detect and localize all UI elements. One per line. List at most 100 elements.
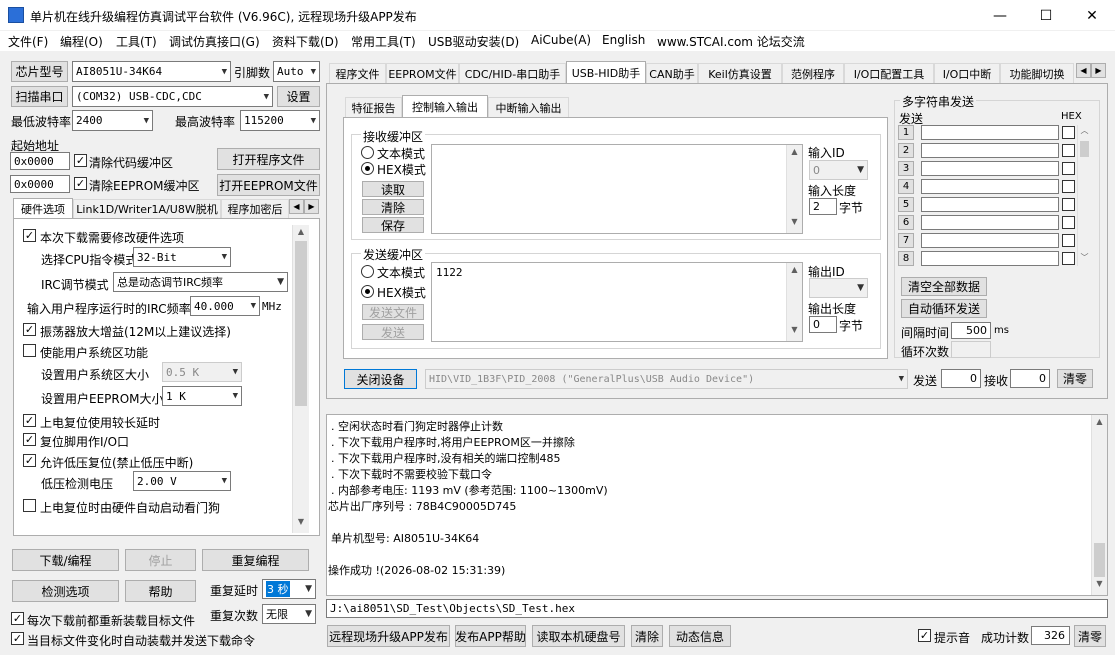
multi-row-4-button[interactable]: 4 — [898, 179, 914, 194]
modify-hw-checkbox[interactable]: ✓ — [23, 229, 36, 242]
scroll-thumb[interactable] — [1080, 141, 1089, 157]
menu-forum[interactable]: www.STCAI.com 论坛交流 — [657, 33, 805, 50]
tab-serial-assistant[interactable]: CDC/HID-串口助手 — [459, 63, 566, 83]
interval-field[interactable]: 500 — [951, 322, 991, 339]
min-baud-select[interactable]: 2400 ▼ — [72, 110, 153, 131]
multi-row-6-hex-checkbox[interactable] — [1062, 216, 1075, 229]
cpu-mode-select[interactable]: 32-Bit ▼ — [133, 247, 231, 267]
scroll-down-icon[interactable]: ﹀ — [1078, 252, 1091, 266]
menu-program[interactable]: 编程(O) — [60, 33, 103, 50]
tab-keil-settings[interactable]: Keil仿真设置 — [698, 63, 782, 83]
port-select[interactable]: (COM32) USB-CDC,CDC ▼ — [72, 86, 273, 107]
stop-button[interactable]: 停止 — [125, 549, 196, 571]
multi-row-6-button[interactable]: 6 — [898, 215, 914, 230]
max-baud-select[interactable]: 115200 ▼ — [240, 110, 320, 131]
tab-interrupt-io[interactable]: 中断输入输出 — [488, 97, 569, 117]
multi-row-1-hex-checkbox[interactable] — [1062, 126, 1075, 139]
scroll-up-icon[interactable]: ▲ — [787, 147, 802, 161]
pins-select[interactable]: Auto ▼ — [273, 61, 320, 82]
clear-code-checkbox[interactable]: ✓ — [74, 154, 87, 167]
tab-offline-writer[interactable]: Link1D/Writer1A/U8W脱机 — [73, 199, 221, 218]
eeprom-address-input[interactable]: 0x0000 — [10, 175, 70, 193]
code-address-input[interactable]: 0x0000 — [10, 152, 70, 170]
scroll-up-icon[interactable]: ▲ — [293, 227, 309, 241]
multi-row-2-hex-checkbox[interactable] — [1062, 144, 1075, 157]
multi-row-1-button[interactable]: 1 — [898, 125, 914, 140]
reset-io-checkbox[interactable]: ✓ — [23, 433, 36, 446]
tab-scroll-right-icon[interactable]: ▶ — [1091, 63, 1106, 78]
multi-row-7-input[interactable] — [921, 233, 1059, 248]
port-settings-button[interactable]: 设置 — [277, 86, 320, 107]
recv-hex-mode-radio[interactable] — [361, 162, 374, 175]
menu-download[interactable]: 资料下载(D) — [272, 33, 339, 50]
dynamic-info-button[interactable]: 动态信息 — [669, 625, 731, 647]
auto-reload-checkbox[interactable]: ✓ — [11, 632, 24, 645]
minimize-icon[interactable]: — — [977, 0, 1023, 31]
multi-row-3-hex-checkbox[interactable] — [1062, 162, 1075, 175]
multi-row-8-hex-checkbox[interactable] — [1062, 252, 1075, 265]
tab-feature-report[interactable]: 特征报告 — [345, 97, 402, 117]
scroll-up-icon[interactable]: ▲ — [1092, 417, 1107, 431]
multi-row-3-input[interactable] — [921, 161, 1059, 176]
tab-usb-hid[interactable]: USB-HID助手 — [566, 61, 646, 83]
user-system-area-checkbox[interactable] — [23, 344, 36, 357]
publish-help-button[interactable]: 发布APP帮助 — [455, 625, 526, 647]
wdt-auto-checkbox[interactable] — [23, 499, 36, 512]
multi-row-8-button[interactable]: 8 — [898, 251, 914, 266]
tab-scroll-left-icon[interactable]: ◀ — [1076, 63, 1091, 78]
scan-port-button[interactable]: 扫描串口 — [11, 86, 68, 107]
input-id-select[interactable]: 0 ▼ — [809, 160, 868, 180]
multi-row-4-hex-checkbox[interactable] — [1062, 180, 1075, 193]
system-area-size-select[interactable]: 0.5 K ▼ — [162, 362, 242, 382]
multi-row-4-input[interactable] — [921, 179, 1059, 194]
multi-row-3-button[interactable]: 3 — [898, 161, 914, 176]
help-button[interactable]: 帮助 — [125, 580, 196, 602]
maximize-icon[interactable]: ☐ — [1023, 0, 1069, 31]
open-program-file-button[interactable]: 打开程序文件 — [217, 148, 320, 170]
tab-io-interrupt[interactable]: I/O口中断 — [934, 63, 1000, 83]
recv-clear-button[interactable]: 清除 — [362, 199, 424, 215]
send-text-mode-radio[interactable] — [361, 265, 374, 278]
receive-scrollbar[interactable]: ▲ ▼ — [786, 145, 802, 233]
log-scrollbar[interactable]: ▲ ▼ — [1091, 415, 1107, 595]
send-file-button[interactable]: 发送文件 — [362, 304, 424, 320]
multi-row-7-button[interactable]: 7 — [898, 233, 914, 248]
recv-text-mode-radio[interactable] — [361, 146, 374, 159]
close-device-button[interactable]: 关闭设备 — [344, 369, 417, 389]
scroll-thumb[interactable] — [1094, 543, 1105, 577]
eeprom-size-select[interactable]: 1 K ▼ — [162, 386, 242, 406]
menu-tools[interactable]: 工具(T) — [116, 33, 157, 50]
open-eeprom-file-button[interactable]: 打开EEPROM文件 — [217, 174, 320, 196]
chip-model-button[interactable]: 芯片型号 — [11, 61, 68, 82]
menu-aicube[interactable]: AiCube(A) — [531, 33, 591, 47]
receive-textarea[interactable]: ▲ ▼ — [431, 144, 803, 234]
clear-eeprom-checkbox[interactable]: ✓ — [74, 177, 87, 190]
multi-row-8-input[interactable] — [921, 251, 1059, 266]
low-voltage-reset-checkbox[interactable]: ✓ — [23, 454, 36, 467]
scroll-up-icon[interactable]: ▲ — [787, 265, 802, 279]
multi-row-5-input[interactable] — [921, 197, 1059, 212]
menu-usb-driver[interactable]: USB驱动安装(D) — [428, 33, 519, 50]
tab-io-config[interactable]: I/O口配置工具 — [844, 63, 934, 83]
repeat-delay-select[interactable]: 3 秒 ▼ — [262, 579, 316, 599]
reload-before-checkbox[interactable]: ✓ — [11, 612, 24, 625]
menu-file[interactable]: 文件(F) — [8, 33, 48, 50]
tab-scroll-left-icon[interactable]: ◀ — [289, 199, 304, 214]
tab-program-file[interactable]: 程序文件 — [329, 63, 386, 83]
read-button[interactable]: 读取 — [362, 181, 424, 197]
output-log[interactable]: . 空闲状态时看门狗定时器停止计数 . 下次下载用户程序时,将用户EEPROM区… — [326, 414, 1108, 596]
multi-row-5-hex-checkbox[interactable] — [1062, 198, 1075, 211]
send-textarea[interactable]: 1122 ▲ ▼ — [431, 262, 803, 342]
multi-row-6-input[interactable] — [921, 215, 1059, 230]
irc-frequency-select[interactable]: 40.000 ▼ — [190, 296, 260, 316]
scroll-down-icon[interactable]: ▼ — [293, 517, 309, 531]
tab-program-encrypt[interactable]: 程序加密后 — [221, 199, 289, 218]
menu-english[interactable]: English — [602, 33, 645, 47]
multi-string-scrollbar[interactable]: ︿ ﹀ — [1077, 125, 1091, 266]
input-length-field[interactable]: 2 — [809, 198, 837, 215]
send-scrollbar[interactable]: ▲ ▼ — [786, 263, 802, 341]
loop-count-field[interactable] — [951, 341, 991, 358]
menu-debug[interactable]: 调试仿真接口(G) — [169, 33, 260, 50]
output-id-select[interactable]: ▼ — [809, 278, 868, 298]
tab-hardware-options[interactable]: 硬件选项 — [13, 198, 73, 218]
